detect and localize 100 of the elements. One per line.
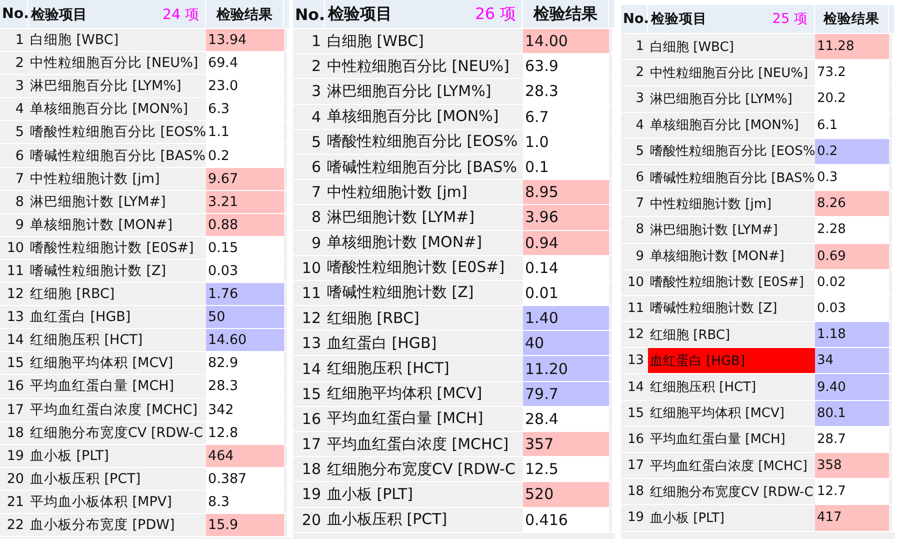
table-cell-text: 白细胞 [WBC] (649, 38, 735, 57)
table-cell-text: 单核细胞百分比 [MON%] (649, 117, 800, 136)
table-cell: 14.60 (206, 329, 284, 352)
table-cell-text: 红细胞分布宽度CV [RDW-C (649, 484, 814, 502)
row-number: 16 (300, 408, 322, 430)
column-header: 检验项目 (651, 10, 707, 28)
table-cell: 69.4 (206, 52, 284, 74)
row-number: 4 (14, 100, 25, 120)
table-cell: 0.2 (815, 138, 889, 164)
table-cell-text: 平均血小板体积 [MPV] (29, 492, 173, 512)
row-number: 3 (634, 90, 645, 108)
table-cell-text: 单核细胞计数 [MON#] (649, 248, 786, 266)
row-number: 11 (6, 262, 25, 281)
table-cell: 9.40 (815, 374, 889, 400)
table-cell: 464 (206, 444, 284, 467)
row-number: 18 (300, 459, 322, 480)
table-cell: 0.88 (206, 214, 284, 236)
row-number: 3 (310, 81, 322, 102)
table-cell-text: 红细胞平均体积 [MCV] (649, 405, 786, 424)
table-cell: 34 (815, 348, 889, 374)
row-number: 17 (6, 400, 25, 420)
row-number: 9 (310, 232, 322, 254)
table-cell: 11.28 (815, 34, 889, 60)
row-number: 10 (626, 274, 645, 292)
row-number: 6 (634, 169, 645, 188)
table-cell-text: 单核细胞百分比 [MON%] (29, 100, 190, 120)
table-cell: 0.416 (523, 508, 609, 532)
table-cell-text: 淋巴细胞百分比 [LYM%] (649, 90, 794, 109)
table-cell-text: 白细胞 [WBC] (29, 31, 120, 50)
row-number: 20 (300, 510, 322, 531)
row-number: 13 (6, 308, 25, 328)
table-cell: 28.3 (523, 79, 609, 104)
row-number: 2 (310, 56, 322, 78)
row-number: 4 (310, 106, 322, 128)
table-cell: 2.28 (815, 217, 889, 242)
table-cell: 15.9 (206, 514, 284, 536)
table-cell-text: 单核细胞计数 [MON#] (29, 216, 174, 235)
table-cell-text: 嗜碱性粒细胞百分比 [BAS% (649, 170, 815, 188)
row-number: 11 (626, 300, 645, 318)
table-cell-text: 中性粒细胞百分比 [NEU%] (326, 56, 510, 77)
table-cell-text: 淋巴细胞百分比 [LYM%] (29, 77, 182, 96)
table-cell: 20.2 (815, 86, 889, 112)
table-cell-text: 红细胞压积 [HCT] (649, 379, 758, 398)
row-number: 7 (634, 195, 645, 214)
row-number: 15 (626, 404, 645, 423)
table-cell: 342 (206, 398, 284, 421)
table-cell-text: 嗜碱性粒细胞计数 [Z] (649, 300, 778, 318)
table-cell-text: 嗜碱性粒细胞百分比 [BAS% (29, 146, 206, 166)
table-cell-text: 嗜碱性粒细胞计数 [Z] (29, 262, 168, 281)
table-cell-text: 中性粒细胞计数 [jm] (326, 182, 468, 203)
column-header: 检验项目 (328, 4, 392, 24)
table-cell: 13.94 (206, 29, 284, 52)
row-number: 17 (626, 457, 645, 476)
table-cell-text: 平均血红蛋白浓度 [MCHC] (29, 400, 198, 420)
table-cell: 417 (815, 505, 889, 531)
table-cell-text: 血小板 [PLT] (29, 446, 110, 466)
row-number: 1 (14, 31, 25, 50)
table-cell: 40 (523, 331, 609, 356)
table-cell-text: 中性粒细胞百分比 [NEU%] (29, 54, 200, 74)
row-number: 14 (6, 331, 25, 350)
row-number: 10 (300, 258, 322, 279)
table-cell: 9.67 (206, 168, 284, 190)
table-cell: 0.15 (206, 236, 284, 259)
row-number: 5 (310, 132, 322, 153)
table-cell: 11.20 (523, 356, 609, 381)
table-cell-text: 平均血红蛋白量 [MCH] (326, 408, 484, 430)
table-cell: 0.387 (206, 468, 284, 490)
table-cell: 1.76 (206, 283, 284, 306)
table-cell-text: 血小板 [PLT] (326, 484, 414, 505)
table-cell: 3.21 (206, 190, 284, 213)
row-number: 19 (300, 484, 322, 506)
table-cell: 82.9 (206, 352, 284, 374)
table-cell: 0.69 (815, 244, 889, 269)
table-cell: 0.3 (815, 164, 889, 190)
table-cell: 3.96 (523, 205, 609, 230)
table-cell: 80.1 (815, 400, 889, 426)
row-number: 7 (14, 170, 25, 189)
column-header: 检验结果 (206, 0, 284, 28)
row-number: 11 (300, 282, 322, 304)
table-cell: 0.94 (523, 230, 609, 255)
table-cell-text: 红细胞 [RBC] (29, 285, 116, 304)
row-number: 13 (626, 352, 645, 370)
table-cell: 23.0 (206, 75, 284, 98)
table-cell: 8.26 (815, 191, 889, 216)
table-cell: 6.7 (523, 104, 609, 129)
table-cell-text: 嗜酸性粒细胞计数 [E0S#] (649, 274, 805, 292)
table-cell-text: 淋巴细胞计数 [LYM#] (649, 222, 779, 240)
row-number: 3 (14, 77, 25, 96)
table-cell-text: 中性粒细胞计数 [jm] (649, 196, 773, 214)
table-cell: 14.00 (523, 29, 609, 54)
table-cell: 0.14 (523, 256, 609, 280)
table-cell-text: 红细胞 [RBC] (649, 326, 732, 345)
table-cell: 73.2 (815, 60, 889, 86)
column-header: 检验结果 (815, 5, 889, 33)
table-cell-text: 嗜酸性粒细胞百分比 [EOS% (29, 123, 206, 142)
row-number: 18 (626, 483, 645, 502)
table-cell: 1.1 (206, 121, 284, 144)
table-cell: 520 (523, 482, 609, 507)
table-cell-text: 红细胞压积 [HCT] (326, 358, 450, 380)
column-header: No. (621, 5, 648, 33)
